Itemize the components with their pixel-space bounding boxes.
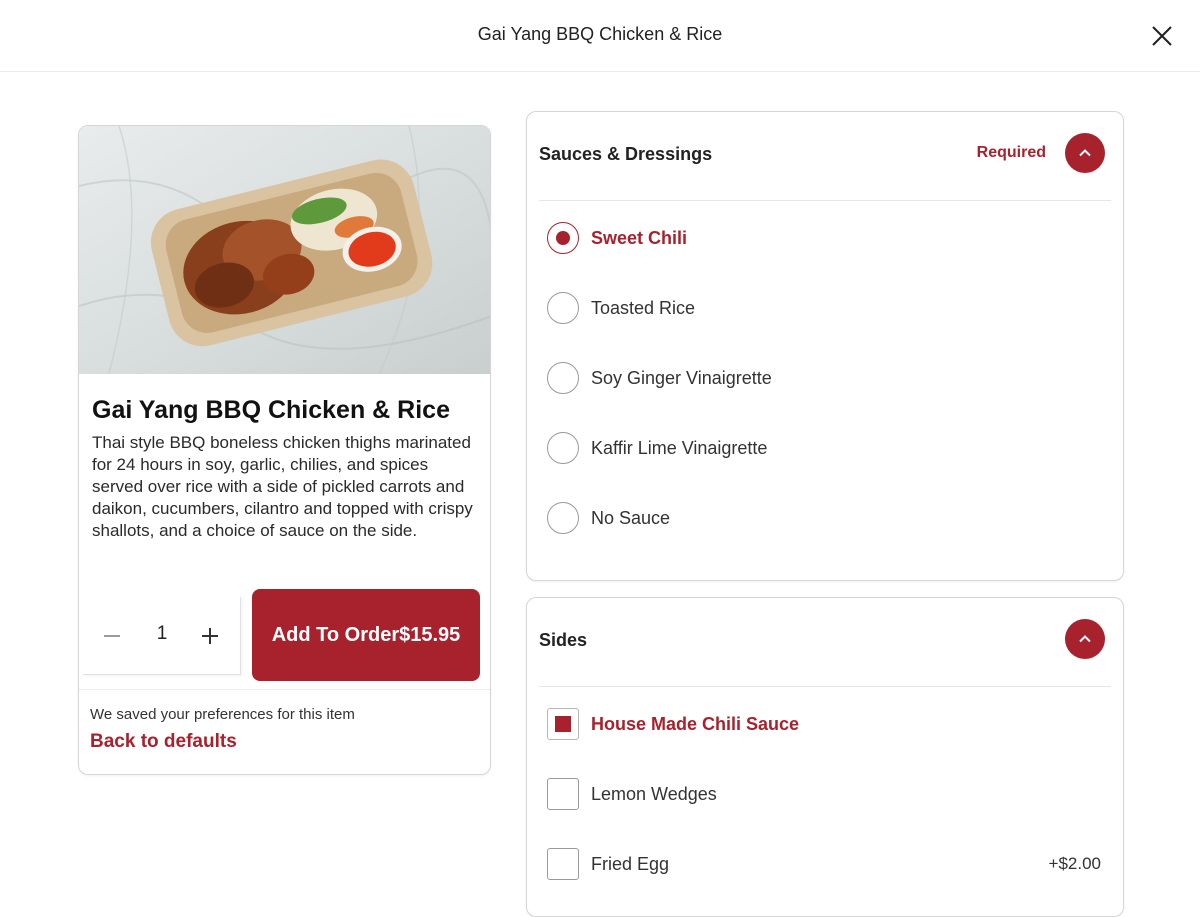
sauce-option-label: Kaffir Lime Vinaigrette xyxy=(591,438,768,458)
add-to-order-label: Add To Order xyxy=(271,623,400,646)
increase-quantity-button[interactable] xyxy=(193,619,227,653)
sauces-panel-title: Sauces & Dressings xyxy=(539,144,713,164)
sides-panel-title: Sides xyxy=(539,630,588,650)
sauce-option-label: Toasted Rice xyxy=(591,298,696,318)
checkbox[interactable] xyxy=(547,848,579,880)
required-badge: Required xyxy=(976,144,1046,161)
sauce-option-toasted-rice[interactable]: Toasted Rice xyxy=(547,290,1103,326)
close-icon xyxy=(1152,26,1172,46)
sauce-option-no-sauce[interactable]: No Sauce xyxy=(547,500,1103,536)
product-description: Thai style BBQ boneless chicken thighs m… xyxy=(92,433,473,540)
checkbox[interactable] xyxy=(547,778,579,810)
sauce-option-label: No Sauce xyxy=(591,508,671,528)
saved-preferences-note: We saved your preferences for this item xyxy=(90,706,355,723)
add-to-order-button[interactable]: Add To Order $15.95 xyxy=(252,589,480,681)
chevron-up-icon xyxy=(1079,149,1091,157)
back-to-defaults-link[interactable]: Back to defaults xyxy=(90,731,237,753)
product-image xyxy=(79,126,490,374)
decrease-quantity-button[interactable] xyxy=(95,619,129,653)
side-option-label: Lemon Wedges xyxy=(591,784,717,804)
radio-button[interactable] xyxy=(547,222,579,254)
radio-button[interactable] xyxy=(547,292,579,324)
sauce-option-kaffir-lime-vinaigrette[interactable]: Kaffir Lime Vinaigrette xyxy=(547,430,1103,466)
side-option-house-made-chili-sauce[interactable]: House Made Chili Sauce xyxy=(547,706,1103,742)
close-button[interactable] xyxy=(1146,20,1178,52)
product-name: Gai Yang BBQ Chicken & Rice xyxy=(92,396,450,424)
checkbox[interactable] xyxy=(547,708,579,740)
add-to-order-price: $15.95 xyxy=(399,623,461,646)
sides-panel: Sides House Made Chili Sauce Lemon Wedge… xyxy=(526,597,1124,917)
plus-icon xyxy=(202,628,218,644)
radio-button[interactable] xyxy=(547,432,579,464)
panel-divider xyxy=(539,200,1111,201)
modal-title: Gai Yang BBQ Chicken & Rice xyxy=(477,24,723,44)
side-option-fried-egg[interactable]: Fried Egg +$2.00 xyxy=(547,846,1103,882)
quantity-stepper: 1 xyxy=(83,597,241,675)
sauces-collapse-button[interactable] xyxy=(1065,133,1105,173)
side-option-label: House Made Chili Sauce xyxy=(591,714,800,734)
product-card: Gai Yang BBQ Chicken & Rice Thai style B… xyxy=(78,125,491,775)
radio-button[interactable] xyxy=(547,502,579,534)
chevron-up-icon xyxy=(1079,635,1091,643)
quantity-value: 1 xyxy=(156,623,168,644)
card-divider xyxy=(79,689,490,690)
panel-divider xyxy=(539,686,1111,687)
modal-header: Gai Yang BBQ Chicken & Rice xyxy=(0,0,1200,72)
radio-button[interactable] xyxy=(547,362,579,394)
sauce-option-label: Soy Ginger Vinaigrette xyxy=(591,368,772,388)
side-option-price: +$2.00 xyxy=(1048,854,1101,873)
sides-collapse-button[interactable] xyxy=(1065,619,1105,659)
sauces-panel: Sauces & Dressings Required Sweet Chili … xyxy=(526,111,1124,581)
side-option-label: Fried Egg xyxy=(591,854,670,874)
sauce-option-soy-ginger-vinaigrette[interactable]: Soy Ginger Vinaigrette xyxy=(547,360,1103,396)
sauce-option-label: Sweet Chili xyxy=(591,228,688,248)
sauce-option-sweet-chili[interactable]: Sweet Chili xyxy=(547,220,1103,256)
minus-icon xyxy=(104,635,120,637)
side-option-lemon-wedges[interactable]: Lemon Wedges xyxy=(547,776,1103,812)
